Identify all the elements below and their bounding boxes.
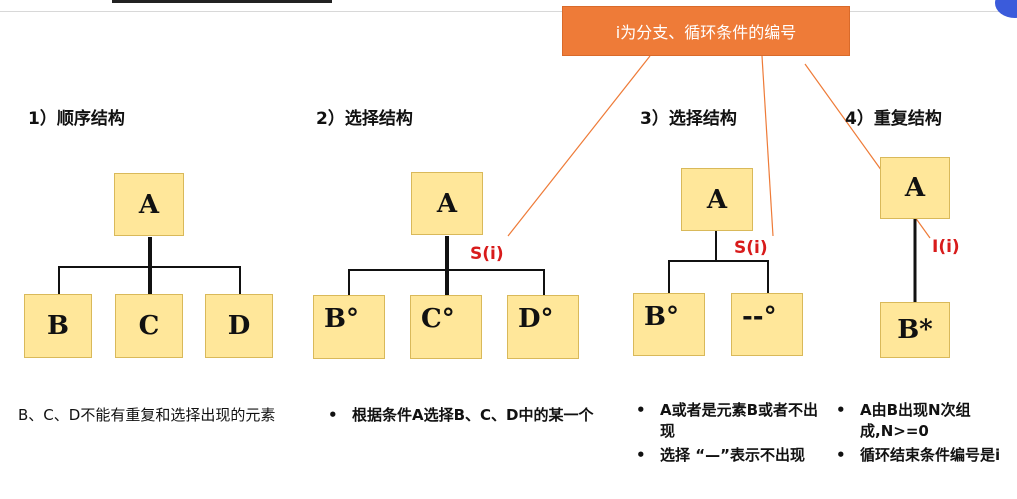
- callout-pointer-3: [761, 55, 774, 237]
- rep-bullet-2: • 循环结束条件编号是i: [834, 445, 1010, 466]
- sel2-bullet-1: • A或者是元素B或者不出现: [634, 400, 826, 442]
- seq-box-b: B: [24, 294, 92, 358]
- rep-bullet-2-text: 循环结束条件编号是i: [860, 446, 1001, 464]
- tree3-branch: [668, 260, 769, 293]
- sel1-condition: S(i): [470, 244, 504, 264]
- sel2-bullet-2-text: 选择 “—”表示不出现: [660, 446, 805, 464]
- rep-bullets: • A由B出现N次组成,N>=0 • 循环结束条件编号是i: [834, 400, 1010, 469]
- sel2-bullet-2: • 选择 “—”表示不出现: [634, 445, 826, 466]
- heading-repetition: 4）重复结构: [845, 109, 942, 129]
- bullet-dot: •: [836, 446, 846, 464]
- sel2-condition: S(i): [734, 238, 768, 258]
- bullet-dot: •: [328, 406, 338, 424]
- sel2-box-b: B°: [633, 293, 705, 356]
- rep-bullet-1-text: A由B出现N次组成,N>=0: [860, 401, 971, 440]
- heading-sequence: 1）顺序结构: [28, 109, 125, 129]
- bullet-dot: •: [836, 401, 846, 419]
- seq-box-d: D: [205, 294, 273, 358]
- heading-selection-1: 2）选择结构: [316, 109, 413, 129]
- sel2-bullets: • A或者是元素B或者不出现 • 选择 “—”表示不出现: [634, 400, 826, 469]
- callout-pointer-2: [507, 55, 651, 237]
- seq-description: B、C、D不能有重复和选择出现的元素: [18, 405, 308, 426]
- rep-bullet-1: • A由B出现N次组成,N>=0: [834, 400, 1010, 442]
- callout-text: i为分支、循环条件的编号: [615, 23, 797, 42]
- bullet-dot: •: [636, 401, 646, 419]
- sel1-bullets: • 根据条件A选择B、C、D中的某一个: [326, 405, 596, 429]
- sel1-box-a: A: [411, 172, 483, 235]
- heading-selection-2: 3）选择结构: [640, 109, 737, 129]
- seq-box-a: A: [114, 173, 184, 236]
- rep-condition: I(i): [932, 237, 960, 257]
- sel1-bullet-1: • 根据条件A选择B、C、D中的某一个: [326, 405, 596, 426]
- sel1-box-d: D°: [507, 295, 579, 359]
- seq-box-c: C: [115, 294, 183, 358]
- rep-box-b: B*: [880, 302, 950, 358]
- sel1-bullet-1-text: 根据条件A选择B、C、D中的某一个: [352, 406, 594, 424]
- bullet-dot: •: [636, 446, 646, 464]
- sel2-bullet-1-text: A或者是元素B或者不出现: [660, 401, 819, 440]
- seq-description-text: B、C、D不能有重复和选择出现的元素: [18, 406, 276, 424]
- sel1-box-b: B°: [313, 295, 385, 359]
- callout-box: i为分支、循环条件的编号: [562, 6, 850, 56]
- sel2-box-a: A: [681, 168, 753, 231]
- rep-box-a: A: [880, 157, 950, 219]
- sel2-box-none: --°: [731, 293, 803, 356]
- sel1-box-c: C°: [410, 295, 482, 359]
